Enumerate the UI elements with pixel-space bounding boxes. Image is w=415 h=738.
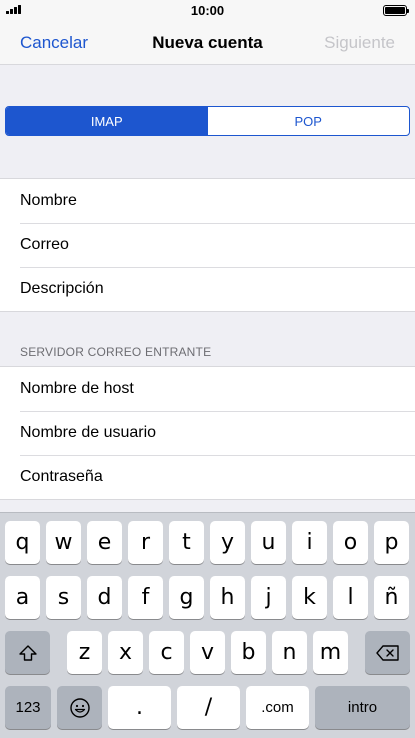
- key-q[interactable]: q: [5, 521, 40, 564]
- key-b[interactable]: b: [231, 631, 266, 674]
- key-d[interactable]: d: [87, 576, 122, 619]
- key-u[interactable]: u: [251, 521, 286, 564]
- key-y[interactable]: y: [210, 521, 245, 564]
- segment-imap[interactable]: IMAP: [6, 107, 208, 135]
- key-n-tilde[interactable]: ñ: [374, 576, 409, 619]
- dotcom-key[interactable]: .com: [246, 686, 309, 729]
- key-a[interactable]: a: [5, 576, 40, 619]
- emoji-icon: [69, 697, 90, 718]
- password-field[interactable]: Contraseña: [0, 455, 415, 499]
- numbers-key[interactable]: 123: [5, 686, 51, 729]
- key-c[interactable]: c: [149, 631, 184, 674]
- incoming-server-header: SERVIDOR CORREO ENTRANTE: [20, 345, 212, 359]
- keyboard: q w e r t y u i o p a s d f g h j k l ñ …: [0, 512, 415, 738]
- key-w[interactable]: w: [46, 521, 81, 564]
- account-info-group: Nombre Correo Descripción: [0, 178, 415, 312]
- emoji-key[interactable]: [57, 686, 102, 729]
- key-j[interactable]: j: [251, 576, 286, 619]
- key-x[interactable]: x: [108, 631, 143, 674]
- backspace-icon: [375, 644, 399, 661]
- shift-key[interactable]: [5, 631, 50, 674]
- segment-pop[interactable]: POP: [208, 107, 410, 135]
- key-r[interactable]: r: [128, 521, 163, 564]
- hostname-field[interactable]: Nombre de host: [0, 367, 415, 411]
- account-type-segmented-control: IMAP POP: [5, 106, 410, 136]
- key-o[interactable]: o: [333, 521, 368, 564]
- key-s[interactable]: s: [46, 576, 81, 619]
- key-n[interactable]: n: [272, 631, 307, 674]
- key-f[interactable]: f: [128, 576, 163, 619]
- key-t[interactable]: t: [169, 521, 204, 564]
- status-bar: 10:00: [0, 0, 415, 20]
- next-button[interactable]: Siguiente: [324, 33, 395, 53]
- key-v[interactable]: v: [190, 631, 225, 674]
- battery-icon: [383, 5, 409, 16]
- key-l[interactable]: l: [333, 576, 368, 619]
- shift-icon: [18, 644, 37, 661]
- key-h[interactable]: h: [210, 576, 245, 619]
- description-field[interactable]: Descripción: [0, 267, 415, 311]
- key-i[interactable]: i: [292, 521, 327, 564]
- username-field[interactable]: Nombre de usuario: [0, 411, 415, 455]
- incoming-server-group: Nombre de host Nombre de usuario Contras…: [0, 366, 415, 500]
- status-time: 10:00: [190, 3, 225, 18]
- return-key[interactable]: intro: [315, 686, 410, 729]
- key-e[interactable]: e: [87, 521, 122, 564]
- period-key[interactable]: .: [108, 686, 171, 729]
- email-field[interactable]: Correo: [0, 223, 415, 267]
- backspace-key[interactable]: [365, 631, 410, 674]
- navigation-bar: Cancelar Nueva cuenta Siguiente: [0, 20, 415, 65]
- key-k[interactable]: k: [292, 576, 327, 619]
- slash-key[interactable]: /: [177, 686, 240, 729]
- key-g[interactable]: g: [169, 576, 204, 619]
- key-p[interactable]: p: [374, 521, 409, 564]
- name-field[interactable]: Nombre: [0, 179, 415, 223]
- key-m[interactable]: m: [313, 631, 348, 674]
- key-z[interactable]: z: [67, 631, 102, 674]
